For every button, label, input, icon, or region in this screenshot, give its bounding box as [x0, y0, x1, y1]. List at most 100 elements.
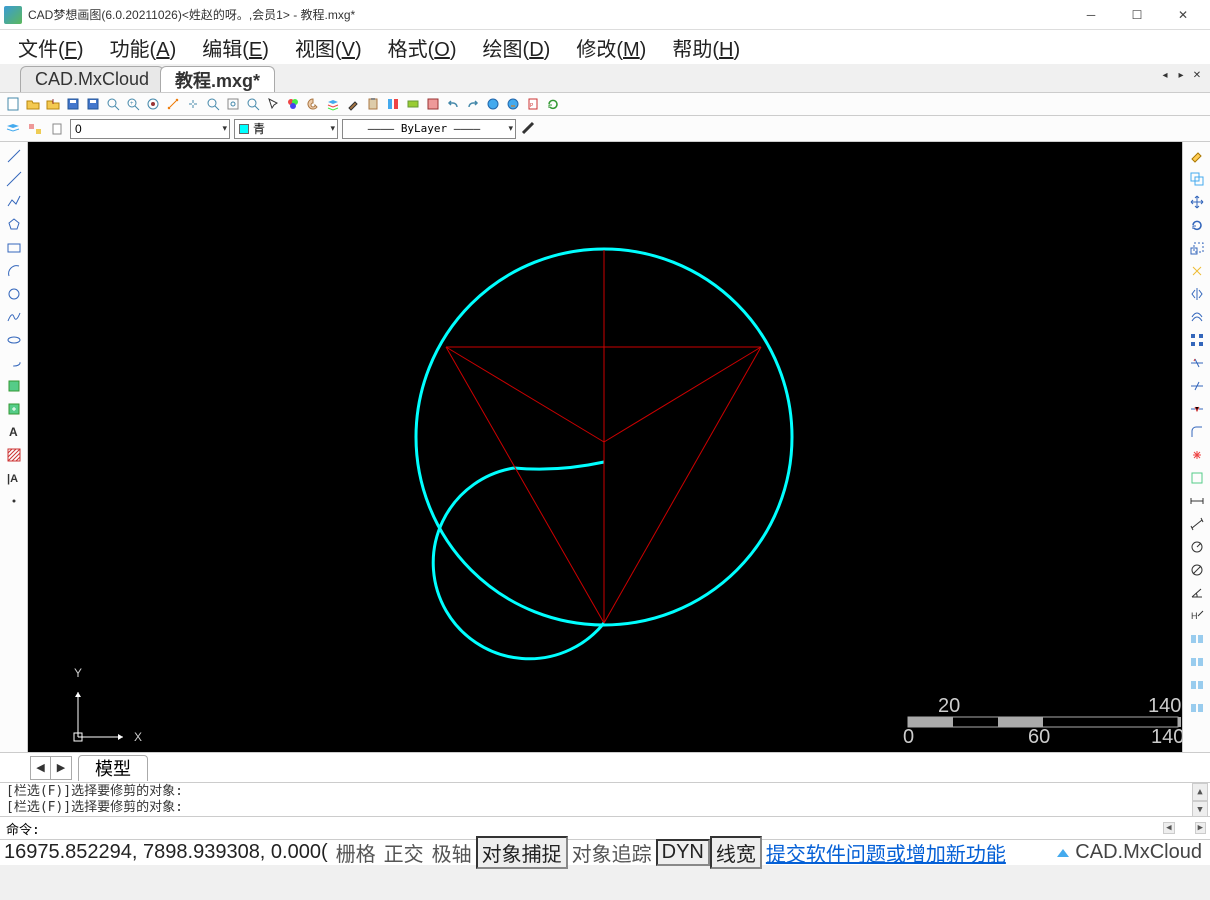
status-dyn[interactable]: DYN — [656, 839, 710, 866]
linetype-dropdown[interactable]: ———— ByLayer ———— — [342, 119, 516, 139]
cmd-scroll-down-icon[interactable]: ▼ — [1192, 801, 1208, 817]
doc-tab-active[interactable]: 教程.mxg* — [160, 66, 275, 92]
extend-icon[interactable] — [1186, 376, 1208, 396]
redo-icon[interactable] — [464, 95, 482, 113]
rotate-icon[interactable] — [1186, 215, 1208, 235]
stretch-icon[interactable] — [1186, 261, 1208, 281]
make-block-icon[interactable] — [3, 399, 25, 419]
menu-modify[interactable]: 修改(M) — [566, 31, 656, 64]
model-tab[interactable]: 模型 — [78, 755, 148, 781]
offset-icon[interactable] — [1186, 307, 1208, 327]
feedback-link[interactable]: 提交软件问题或增加新功能 — [762, 838, 1010, 867]
circle-icon[interactable] — [3, 284, 25, 304]
point-icon[interactable] — [3, 491, 25, 511]
ellipse-icon[interactable] — [3, 330, 25, 350]
brush-icon[interactable] — [344, 95, 362, 113]
polygon-icon[interactable] — [3, 215, 25, 235]
layer-dropdown[interactable]: 0 — [70, 119, 230, 139]
menu-edit[interactable]: 编辑(E) — [192, 31, 279, 64]
status-otrack[interactable]: 对象追踪 — [568, 838, 656, 867]
dim-radius-icon[interactable] — [1186, 537, 1208, 557]
group2-icon[interactable] — [1186, 652, 1208, 672]
menu-view[interactable]: 视图(V) — [285, 31, 372, 64]
saveas-icon[interactable] — [84, 95, 102, 113]
pdf-icon[interactable]: P — [524, 95, 542, 113]
tab-close-icon[interactable]: ✕ — [1190, 68, 1204, 82]
lineweight-icon[interactable] — [520, 120, 538, 138]
rectangle-icon[interactable] — [3, 238, 25, 258]
insert-block-icon[interactable] — [3, 376, 25, 396]
explode-icon[interactable] — [1186, 445, 1208, 465]
tab-nav-next-icon[interactable]: ▶ — [51, 757, 71, 779]
menu-format[interactable]: 格式(O) — [378, 31, 467, 64]
doc-tab[interactable]: CAD.MxCloud — [20, 66, 164, 92]
measure-icon[interactable] — [164, 95, 182, 113]
paste-icon[interactable] — [364, 95, 382, 113]
cmd-scroll-up-icon[interactable]: ▲ — [1192, 783, 1208, 801]
xline-icon[interactable] — [3, 169, 25, 189]
menu-function[interactable]: 功能(A) — [100, 31, 187, 64]
menu-file[interactable]: 文件(F) — [8, 31, 94, 64]
zoom-all-icon[interactable] — [224, 95, 242, 113]
select-icon[interactable] — [264, 95, 282, 113]
status-osnap[interactable]: 对象捕捉 — [476, 836, 568, 869]
open-icon[interactable] — [24, 95, 42, 113]
maximize-button[interactable]: ☐ — [1114, 0, 1160, 30]
drawing-canvas[interactable]: X Y 20 140 0 60 140 — [28, 142, 1182, 752]
group1-icon[interactable] — [1186, 629, 1208, 649]
pan-icon[interactable] — [184, 95, 202, 113]
properties-icon[interactable] — [384, 95, 402, 113]
web-icon[interactable] — [484, 95, 502, 113]
status-grid[interactable]: 栅格 — [332, 838, 380, 867]
menu-draw[interactable]: 绘图(D) — [473, 31, 561, 64]
layer-dropdown-btn[interactable] — [48, 120, 66, 138]
refresh-icon[interactable] — [544, 95, 562, 113]
save-icon[interactable] — [64, 95, 82, 113]
layer-states-icon[interactable] — [26, 120, 44, 138]
fillet-icon[interactable] — [1186, 422, 1208, 442]
dim-linear-icon[interactable] — [1186, 491, 1208, 511]
spline-icon[interactable] — [3, 307, 25, 327]
status-lineweight[interactable]: 线宽 — [710, 836, 762, 869]
minimize-button[interactable]: ─ — [1068, 0, 1114, 30]
move-icon[interactable] — [1186, 192, 1208, 212]
zoom-realtime-icon[interactable] — [204, 95, 222, 113]
block-icon[interactable] — [424, 95, 442, 113]
break-icon[interactable] — [1186, 399, 1208, 419]
leader-icon[interactable]: H — [1186, 606, 1208, 626]
status-ortho[interactable]: 正交 — [380, 838, 428, 867]
matchprop-icon[interactable] — [404, 95, 422, 113]
array-icon[interactable] — [1186, 330, 1208, 350]
hatch-icon[interactable] — [3, 445, 25, 465]
tab-nav-prev-icon[interactable]: ◀ — [31, 757, 51, 779]
zoom-window-icon[interactable] — [104, 95, 122, 113]
trim-icon[interactable] — [1186, 353, 1208, 373]
color-icon[interactable] — [284, 95, 302, 113]
line-icon[interactable] — [3, 146, 25, 166]
dim-diameter-icon[interactable] — [1186, 560, 1208, 580]
cmd-hscroll-left-icon[interactable]: ◀ — [1163, 822, 1174, 834]
text-icon[interactable]: A — [3, 422, 25, 442]
command-input[interactable] — [40, 821, 1204, 836]
new-icon[interactable] — [4, 95, 22, 113]
zoom-prev-icon[interactable] — [244, 95, 262, 113]
tab-nav-left-icon[interactable]: ◂ — [1158, 68, 1172, 82]
zoom-extents-icon[interactable] — [144, 95, 162, 113]
close-button[interactable]: ✕ — [1160, 0, 1206, 30]
arc-icon[interactable] — [3, 261, 25, 281]
mtext-icon[interactable]: |A — [3, 468, 25, 488]
undo-icon[interactable] — [444, 95, 462, 113]
zoom-in-icon[interactable]: + — [124, 95, 142, 113]
ellipse-arc-icon[interactable] — [3, 353, 25, 373]
polyline-icon[interactable] — [3, 192, 25, 212]
cmd-hscroll-right-icon[interactable]: ▶ — [1195, 822, 1206, 834]
chamfer-icon[interactable] — [1186, 468, 1208, 488]
import-icon[interactable] — [44, 95, 62, 113]
copy-icon[interactable] — [1186, 169, 1208, 189]
group4-icon[interactable] — [1186, 698, 1208, 718]
dim-angular-icon[interactable] — [1186, 583, 1208, 603]
cloud-icon[interactable] — [504, 95, 522, 113]
layer-mgr-icon[interactable] — [4, 120, 22, 138]
dim-aligned-icon[interactable] — [1186, 514, 1208, 534]
erase-icon[interactable] — [1186, 146, 1208, 166]
